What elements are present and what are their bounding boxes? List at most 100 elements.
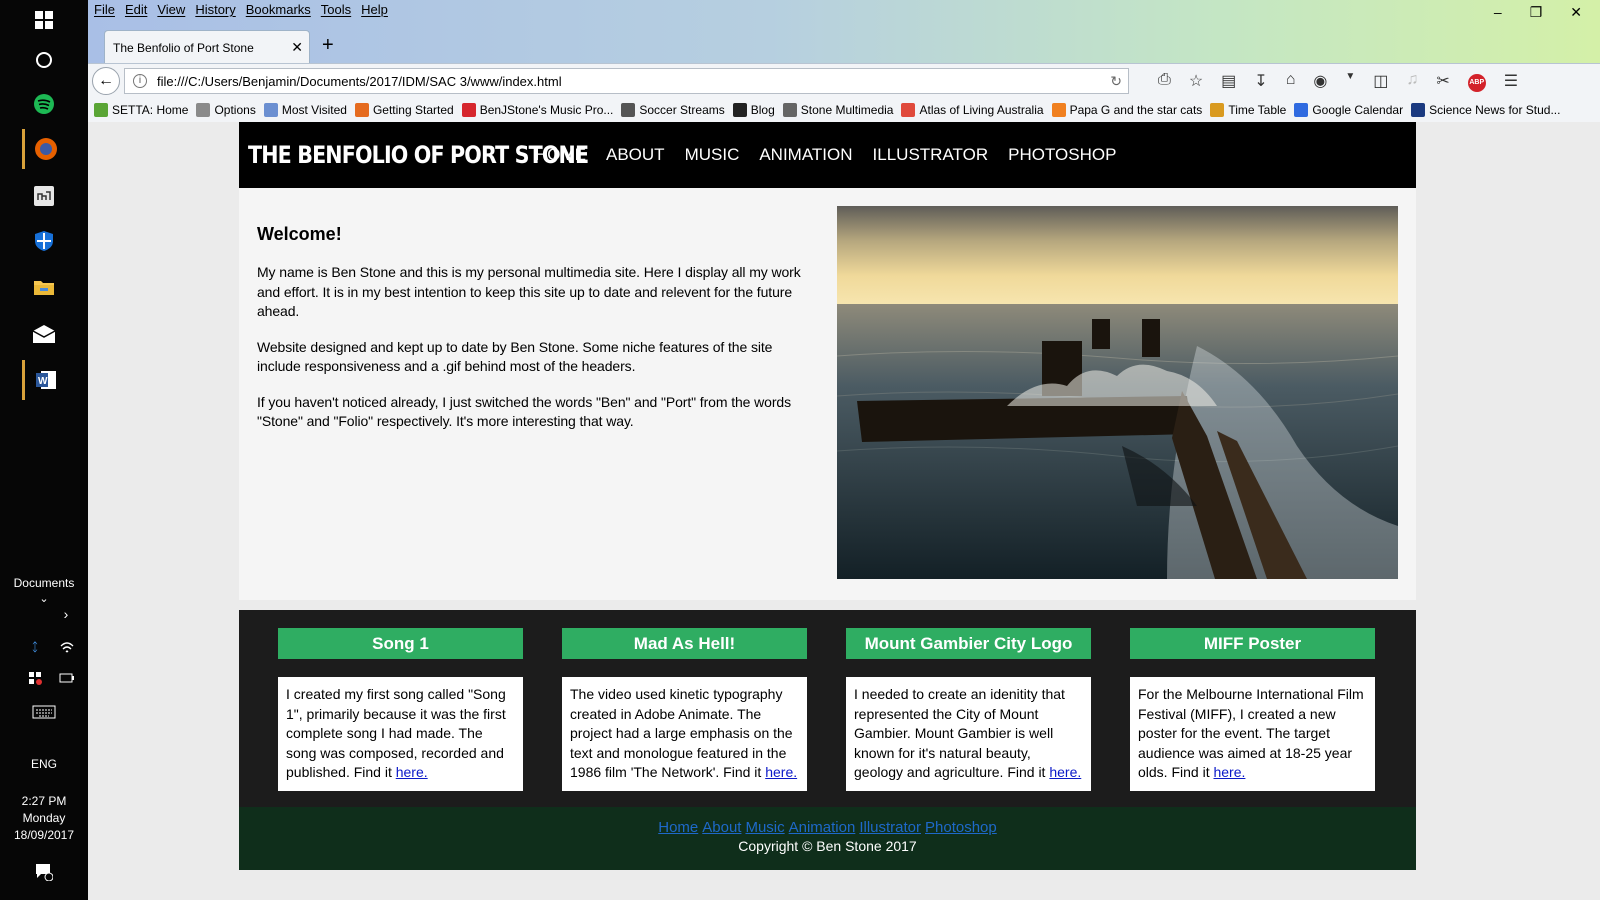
footer-link-music[interactable]: Music <box>745 819 784 836</box>
bookmark-item[interactable]: Science News for Stud... <box>1411 102 1561 117</box>
bookmark-favicon-icon <box>782 102 797 117</box>
nav-about[interactable]: ABOUT <box>606 145 665 165</box>
spotify-taskbar-button[interactable] <box>22 84 66 124</box>
back-button[interactable]: ← <box>92 67 120 95</box>
close-tab-icon[interactable]: ✕ <box>291 39 303 56</box>
bookmark-item[interactable]: Blog <box>732 102 775 117</box>
bookmark-star-icon[interactable]: ☆ <box>1189 71 1203 92</box>
minimize-button[interactable]: – <box>1494 4 1502 21</box>
bookmark-item[interactable]: Options <box>196 102 256 117</box>
welcome-heading: Welcome! <box>257 224 342 244</box>
card-text: For the Melbourne International Film Fes… <box>1138 686 1364 780</box>
info-icon[interactable]: i <box>133 74 147 88</box>
card-link[interactable]: here. <box>1049 764 1081 780</box>
menu-file[interactable]: File <box>94 2 115 20</box>
card-link[interactable]: here. <box>1213 764 1245 780</box>
menu-view[interactable]: View <box>157 2 185 20</box>
bookmark-favicon-icon <box>621 102 636 117</box>
shield-icon <box>35 231 53 251</box>
screenshot-icon[interactable]: ✂ <box>1436 71 1449 92</box>
taskbar-clock[interactable]: 2:27 PM Monday 18/09/2017 <box>0 793 88 844</box>
defender-taskbar-button[interactable] <box>22 221 66 261</box>
windows-taskbar: W Documents ⌄ › ᛨ ENG 2:27 PM Monday 18/… <box>0 0 88 900</box>
bookmark-item[interactable]: SETTA: Home <box>94 102 188 117</box>
bookmark-item[interactable]: BenJStone's Music Pro... <box>461 102 613 117</box>
reading-list-icon[interactable]: ▤ <box>1221 71 1236 92</box>
menu-history[interactable]: History <box>195 2 235 20</box>
footer-link-about[interactable]: About <box>702 819 741 836</box>
bookmark-item[interactable]: Most Visited <box>263 102 347 117</box>
language-indicator[interactable]: ENG <box>0 757 88 771</box>
bluetooth-icon[interactable]: ᛨ <box>26 638 44 656</box>
menu-edit[interactable]: Edit <box>125 2 147 20</box>
bookmark-item[interactable]: Time Table <box>1210 102 1286 117</box>
bookmark-favicon-icon <box>94 102 108 117</box>
restore-button[interactable]: ❐ <box>1530 4 1543 21</box>
documents-toolbar[interactable]: Documents ⌄ <box>0 576 88 605</box>
menu-tools[interactable]: Tools <box>321 2 351 20</box>
new-tab-button[interactable]: + <box>322 34 334 57</box>
hamburger-menu-icon[interactable]: ☰ <box>1504 71 1518 92</box>
windows-start-button[interactable] <box>22 0 66 40</box>
bookmark-item[interactable]: Google Calendar <box>1294 102 1404 117</box>
project-card: MIFF Poster For the Melbourne Internation… <box>1130 628 1375 791</box>
menu-help[interactable]: Help <box>361 2 388 20</box>
file-explorer-taskbar-button[interactable] <box>22 267 66 307</box>
reload-icon[interactable]: ↻ <box>1110 73 1122 90</box>
firefox-taskbar-button[interactable] <box>22 129 66 169</box>
copyright-text: Copyright © Ben Stone 2017 <box>738 838 917 854</box>
design-paragraph: Website designed and kept up to date by … <box>257 338 773 375</box>
nav-illustrator[interactable]: ILLUSTRATOR <box>873 145 989 165</box>
extension-icon[interactable]: ◉ <box>1313 71 1327 92</box>
alerts-icon[interactable]: ♫ <box>1406 71 1418 92</box>
print-icon[interactable]: ⎙ <box>1158 71 1171 92</box>
adblock-icon[interactable]: ABP <box>1467 71 1486 92</box>
footer-link-illustrator[interactable]: Illustrator <box>859 819 921 836</box>
bookmark-item[interactable]: Soccer Streams <box>621 102 725 117</box>
download-icon[interactable]: ↧ <box>1254 71 1267 92</box>
bookmark-item[interactable]: Stone Multimedia <box>782 102 893 117</box>
word-taskbar-button[interactable]: W <box>22 360 66 400</box>
card-link[interactable]: here. <box>765 764 797 780</box>
footer-link-home[interactable]: Home <box>658 819 698 836</box>
menu-bookmarks[interactable]: Bookmarks <box>246 2 311 20</box>
bookmark-favicon-icon <box>263 102 278 117</box>
action-center-icon[interactable] <box>34 862 54 882</box>
nav-animation[interactable]: ANIMATION <box>759 145 852 165</box>
url-text: file:///C:/Users/Benjamin/Documents/2017… <box>157 73 562 89</box>
hero-image <box>837 206 1398 579</box>
bookmark-label: Options <box>214 102 256 117</box>
footer-link-photoshop[interactable]: Photoshop <box>925 819 997 836</box>
bookmark-item[interactable]: Atlas of Living Australia <box>901 102 1044 117</box>
close-window-button[interactable]: ✕ <box>1570 4 1582 21</box>
home-icon[interactable]: ⌂ <box>1286 71 1296 92</box>
bookmark-favicon-icon <box>354 102 369 117</box>
dropbox-icon[interactable] <box>26 669 44 687</box>
nav-music[interactable]: MUSIC <box>685 145 740 165</box>
app-taskbar-button[interactable] <box>22 176 66 216</box>
browser-tab[interactable]: The Benfolio of Port Stone ✕ <box>104 30 310 64</box>
sidebar-icon[interactable]: ◫ <box>1373 71 1388 92</box>
clock-time: 2:27 PM <box>21 794 67 808</box>
footer-link-animation[interactable]: Animation <box>789 819 856 836</box>
intro-paragraph: My name is Ben Stone and this is my pers… <box>257 264 801 319</box>
cortana-button[interactable] <box>22 40 66 80</box>
card-link[interactable]: here. <box>396 764 428 780</box>
mail-taskbar-button[interactable] <box>22 314 66 354</box>
navigation-toolbar: ← i file:///C:/Users/Benjamin/Documents/… <box>88 63 1600 97</box>
project-card: Song 1 I created my first song called "So… <box>278 628 523 791</box>
bookmark-label: Google Calendar <box>1312 102 1404 117</box>
url-bar[interactable]: i file:///C:/Users/Benjamin/Documents/20… <box>124 68 1129 94</box>
bookmark-item[interactable]: Papa G and the star cats <box>1051 102 1202 117</box>
site-title[interactable]: THE BENFOLIO OF PORT STONE <box>248 141 589 169</box>
nav-photoshop[interactable]: PHOTOSHOP <box>1008 145 1116 165</box>
dropdown-icon[interactable]: ▼ <box>1345 71 1355 92</box>
window-controls: – ❐ ✕ <box>1494 4 1582 21</box>
bookmark-item[interactable]: Getting Started <box>354 102 454 117</box>
keyboard-icon[interactable] <box>30 703 58 721</box>
chevron-right-icon[interactable]: › <box>56 604 76 624</box>
project-card: Mad As Hell! The video used kinetic typog… <box>562 628 807 791</box>
wifi-icon[interactable] <box>58 638 76 656</box>
bookmark-label: Science News for Stud... <box>1429 102 1561 117</box>
battery-icon[interactable] <box>58 669 76 687</box>
